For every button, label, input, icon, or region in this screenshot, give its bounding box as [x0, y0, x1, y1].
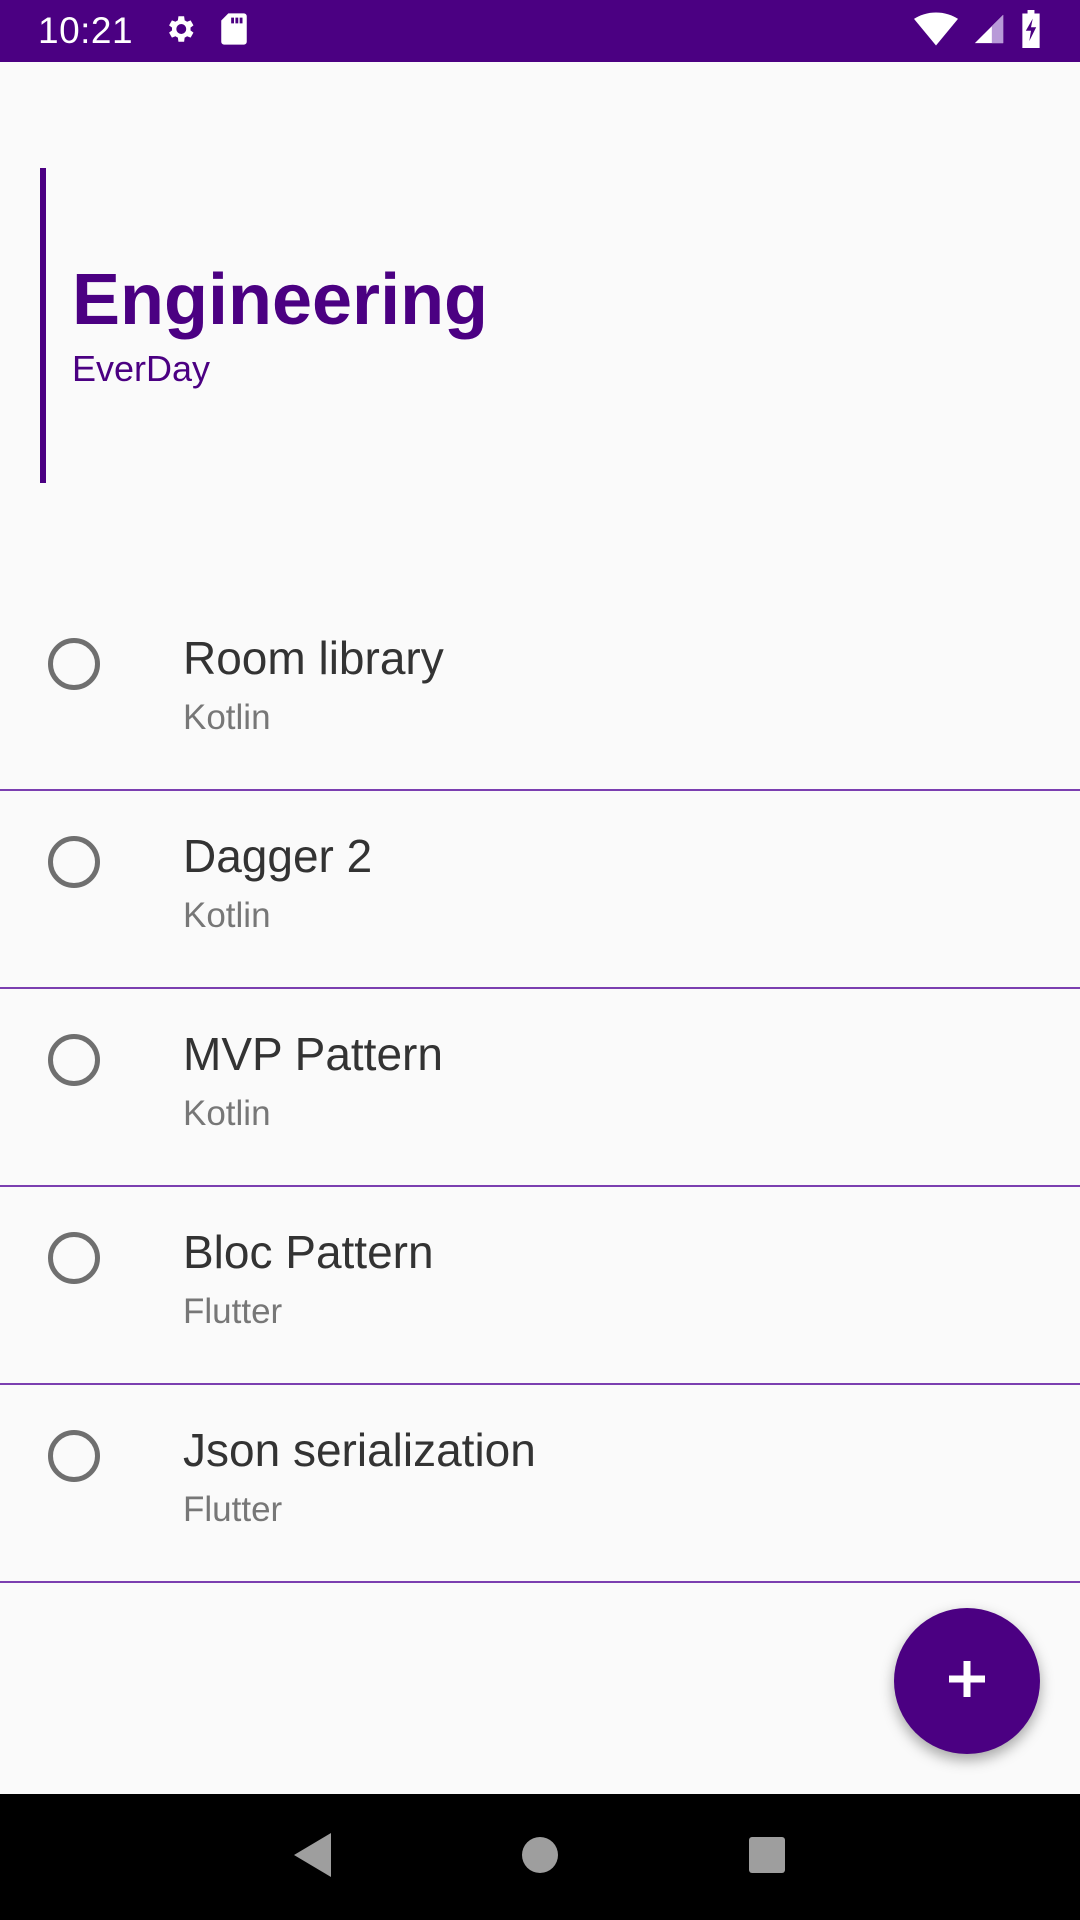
- home-button[interactable]: [500, 1817, 580, 1897]
- task-radio-button[interactable]: [48, 1430, 100, 1482]
- back-icon: [291, 1830, 335, 1885]
- status-left-icons: [163, 12, 249, 51]
- task-item[interactable]: Json serialization Flutter: [0, 1385, 1080, 1583]
- task-subtitle: Kotlin: [183, 1094, 271, 1133]
- task-subtitle: Kotlin: [183, 698, 271, 737]
- home-icon: [520, 1835, 560, 1880]
- task-list: Room library Kotlin Dagger 2 Kotlin MVP …: [0, 593, 1080, 1583]
- task-radio-button[interactable]: [48, 1034, 100, 1086]
- task-item[interactable]: Bloc Pattern Flutter: [0, 1187, 1080, 1385]
- status-bar: 10:21: [0, 0, 1080, 62]
- header-subtitle: EverDay: [72, 348, 211, 390]
- navigation-bar: [0, 1794, 1080, 1920]
- task-title: Bloc Pattern: [183, 1226, 434, 1278]
- status-right-icons: [914, 9, 1042, 53]
- battery-charging-icon: [1020, 9, 1042, 53]
- task-subtitle: Kotlin: [183, 896, 271, 935]
- task-radio-button[interactable]: [48, 1232, 100, 1284]
- task-radio-button[interactable]: [48, 638, 100, 690]
- task-item[interactable]: Room library Kotlin: [0, 593, 1080, 791]
- task-title: Json serialization: [183, 1424, 536, 1476]
- task-radio-button[interactable]: [48, 836, 100, 888]
- task-title: MVP Pattern: [183, 1028, 443, 1080]
- gear-icon: [163, 12, 197, 51]
- wifi-icon: [914, 12, 958, 51]
- screen: 10:21 Engineering EverDay Room library K…: [0, 0, 1080, 1920]
- cell-signal-icon: [972, 12, 1006, 51]
- status-time: 10:21: [38, 10, 134, 51]
- task-item[interactable]: Dagger 2 Kotlin: [0, 791, 1080, 989]
- task-title: Room library: [183, 632, 444, 684]
- add-task-button[interactable]: [894, 1608, 1040, 1754]
- task-subtitle: Flutter: [183, 1292, 283, 1331]
- task-item[interactable]: MVP Pattern Kotlin: [0, 989, 1080, 1187]
- task-subtitle: Flutter: [183, 1490, 283, 1529]
- sd-card-icon: [219, 12, 249, 51]
- plus-icon: [947, 1659, 987, 1704]
- recents-button[interactable]: [727, 1817, 807, 1897]
- header-title: Engineering: [72, 259, 489, 340]
- back-button[interactable]: [273, 1817, 353, 1897]
- task-title: Dagger 2: [183, 830, 373, 882]
- recents-icon: [747, 1835, 787, 1880]
- list-header: Engineering EverDay: [40, 168, 488, 483]
